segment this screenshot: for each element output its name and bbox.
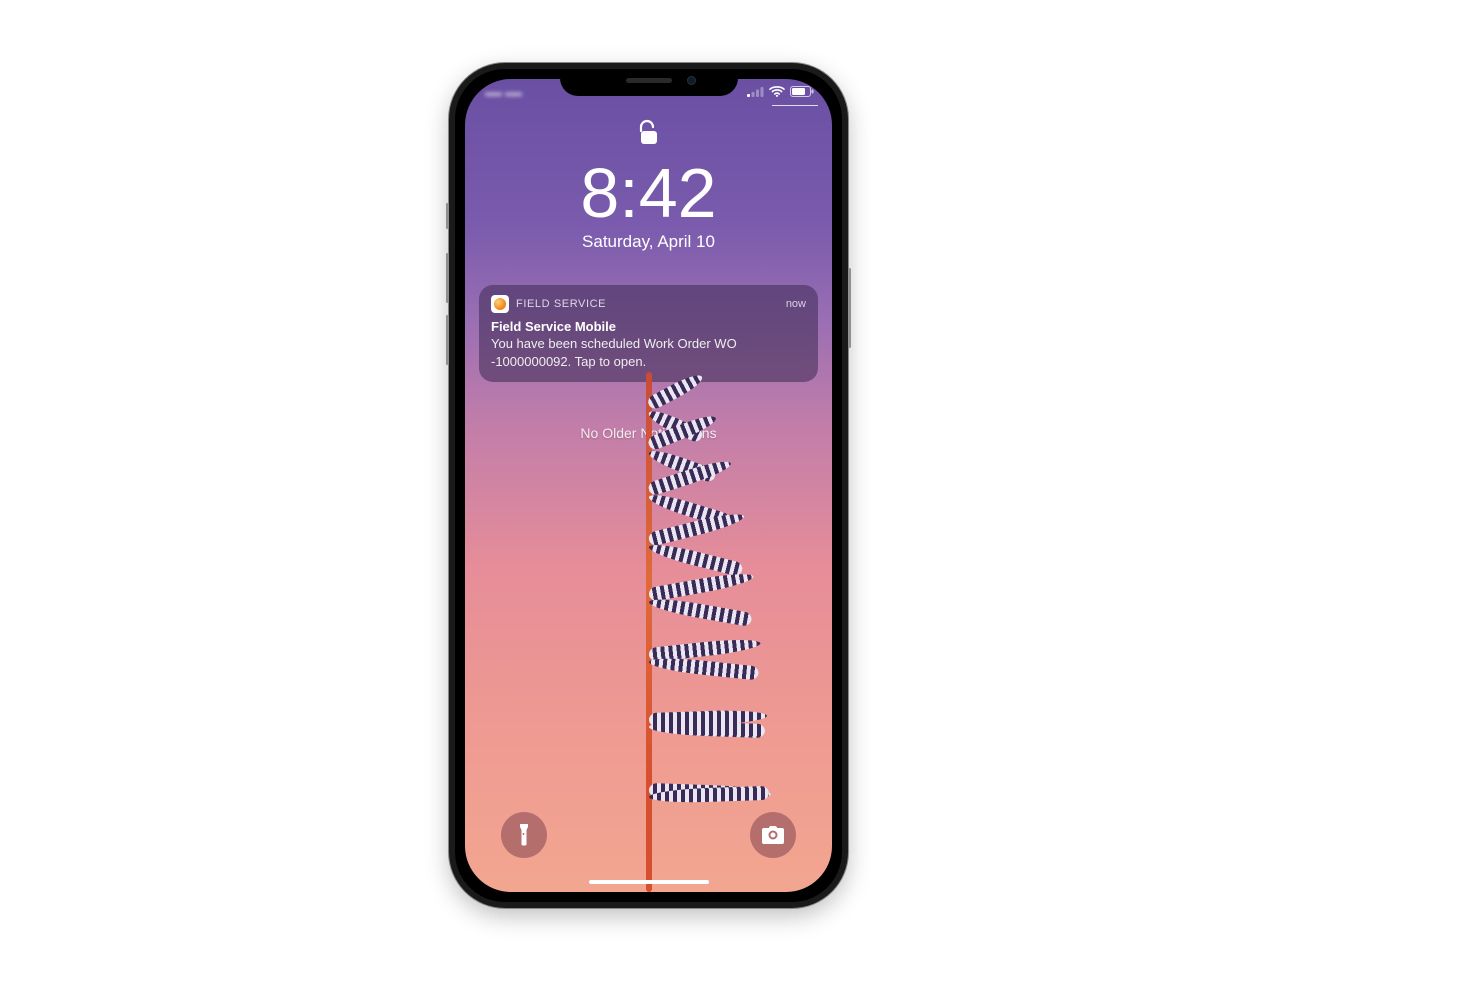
notification-body: You have been scheduled Work Order WO -1… <box>491 335 806 370</box>
flashlight-icon <box>515 824 533 846</box>
canvas: •••• •••• <box>0 0 1466 992</box>
control-center-hint <box>772 105 818 106</box>
home-indicator[interactable] <box>589 880 709 884</box>
notification-title: Field Service Mobile <box>491 319 806 334</box>
notch <box>560 69 738 96</box>
notification-header: FIELD SERVICE now <box>491 295 806 313</box>
notification-card[interactable]: FIELD SERVICE now Field Service Mobile Y… <box>479 285 818 382</box>
battery-icon <box>790 86 814 97</box>
flashlight-button[interactable] <box>501 812 547 858</box>
carrier-label: •••• •••• <box>485 87 522 101</box>
power-button <box>848 268 851 348</box>
lock-screen[interactable]: •••• •••• <box>465 79 832 892</box>
clock-date: Saturday, April 10 <box>465 232 832 252</box>
bezel: •••• •••• <box>455 69 842 902</box>
mute-switch <box>446 203 449 229</box>
no-older-notifications: No Older Notifications <box>465 425 832 441</box>
earpiece <box>626 78 672 83</box>
volume-down-button <box>446 315 449 365</box>
camera-icon <box>762 826 784 844</box>
status-icons <box>747 86 814 97</box>
front-camera <box>687 76 696 85</box>
app-icon <box>491 295 509 313</box>
cellular-icon <box>747 86 764 97</box>
unlock-icon <box>638 134 660 151</box>
volume-up-button <box>446 253 449 303</box>
iphone-frame: •••• •••• <box>449 63 848 908</box>
notification-timestamp: now <box>786 298 806 310</box>
wifi-icon <box>769 86 785 97</box>
lock-header: 8:42 Saturday, April 10 <box>465 119 832 252</box>
clock-time: 8:42 <box>465 158 832 228</box>
camera-button[interactable] <box>750 812 796 858</box>
app-name: FIELD SERVICE <box>516 298 606 310</box>
